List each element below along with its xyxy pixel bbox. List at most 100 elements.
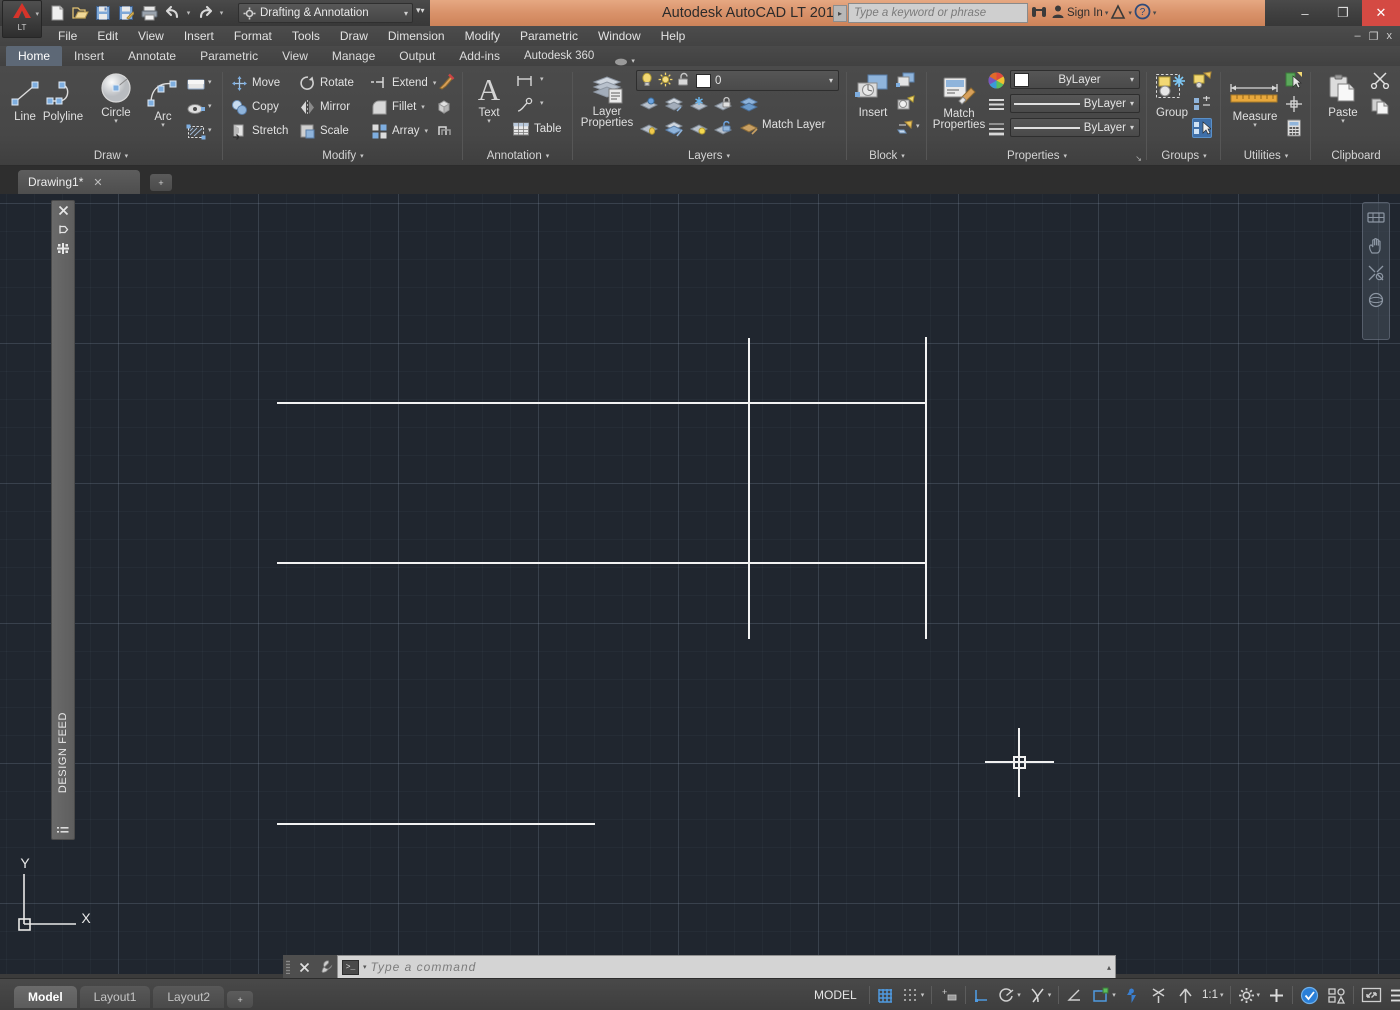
panel-annotation-title-bar[interactable]: Annotation ▾ — [464, 146, 572, 166]
file-tab-drawing1[interactable]: Drawing1* ✕ — [18, 170, 140, 194]
chevron-down-icon[interactable]: ▾ — [424, 127, 428, 135]
command-expand-icon[interactable]: ▴ — [1107, 963, 1111, 972]
layout-tab-layout1[interactable]: Layout1 — [79, 986, 151, 1008]
menu-item-tools[interactable]: Tools — [282, 26, 330, 46]
menu-item-view[interactable]: View — [128, 26, 174, 46]
chevron-down-icon[interactable]: ▾ — [1017, 991, 1021, 999]
linetype-control-combo[interactable]: ByLayer ▾ — [1010, 94, 1140, 113]
search-binoculars-icon[interactable] — [1030, 4, 1049, 23]
chevron-down-icon[interactable]: ▾ — [487, 118, 491, 125]
layer-unisolate-icon[interactable] — [663, 94, 683, 114]
chevron-down-icon[interactable]: ▾ — [1063, 152, 1067, 160]
workspace-overflow-icon[interactable]: ▾▾ — [416, 5, 425, 16]
block-insert-button[interactable]: Insert — [850, 70, 896, 119]
command-line-grip[interactable] — [283, 955, 293, 979]
graphics-icon[interactable] — [1323, 983, 1350, 1007]
draw-polyline-button[interactable]: Polyline — [40, 74, 86, 123]
close-icon[interactable] — [293, 955, 315, 979]
copy-clip-icon[interactable] — [1370, 96, 1390, 116]
chevron-down-icon[interactable]: ▾ — [1130, 123, 1136, 132]
hamburger-icon[interactable] — [1386, 983, 1400, 1007]
chevron-down-icon[interactable]: ▾ — [1203, 152, 1207, 160]
doc-restore-button[interactable]: ❐ — [1369, 30, 1379, 43]
menu-item-modify[interactable]: Modify — [455, 26, 510, 46]
tab-view[interactable]: View — [270, 46, 320, 66]
lineweight-icon[interactable] — [986, 118, 1006, 138]
unlock-icon[interactable] — [677, 72, 692, 90]
modify-extend-button[interactable]: Extend ▾ — [370, 72, 436, 94]
tab-manage[interactable]: Manage — [320, 46, 387, 66]
annotation-scale-sync-icon[interactable] — [1118, 983, 1145, 1007]
draw-circle-button[interactable]: Circle ▾ — [93, 70, 139, 125]
wrench-icon[interactable] — [315, 955, 337, 979]
paste-button[interactable]: Paste ▾ — [1320, 70, 1366, 125]
erase-icon[interactable] — [436, 72, 456, 92]
block-more-dropdown-icon[interactable]: ▾ — [916, 122, 920, 130]
tab-insert[interactable]: Insert — [62, 46, 116, 66]
menu-item-insert[interactable]: Insert — [174, 26, 224, 46]
ellipse-dropdown-icon[interactable]: ▾ — [208, 102, 212, 110]
new-file-tab-button[interactable]: + — [150, 174, 172, 191]
layer-properties-button[interactable]: Layer Properties — [578, 70, 636, 129]
dimension-icon[interactable] — [514, 71, 538, 91]
sun-icon[interactable] — [658, 72, 673, 90]
panel-utilities-title-bar[interactable]: Utilities ▾ — [1222, 146, 1310, 166]
annotation-scale-list-icon[interactable] — [1172, 983, 1199, 1007]
layer-control-combo[interactable]: 0 ▾ — [636, 70, 839, 91]
doc-close-button[interactable]: x — [1387, 30, 1393, 42]
chevron-down-icon[interactable]: ▾ — [1220, 991, 1224, 999]
calculator-icon[interactable] — [1284, 118, 1304, 138]
explode-icon[interactable] — [436, 96, 456, 116]
exchange-dropdown-icon[interactable]: ▾ — [1128, 9, 1132, 17]
close-icon[interactable]: ✕ — [93, 176, 102, 189]
group-button[interactable]: Group — [1150, 70, 1194, 119]
chevron-down-icon[interactable]: ▾ — [1112, 991, 1116, 999]
menu-item-draw[interactable]: Draw — [330, 26, 378, 46]
command-history-dropdown-icon[interactable]: ▾ — [363, 963, 367, 971]
undo-icon[interactable] — [161, 3, 183, 24]
layout-tab-model[interactable]: Model — [14, 986, 77, 1008]
layer-isolate-icon[interactable] — [638, 94, 658, 114]
edit-attribute-icon[interactable] — [896, 94, 916, 114]
save-as-icon[interactable] — [115, 3, 137, 24]
chevron-down-icon[interactable]: ▾ — [546, 152, 550, 160]
tab-autodesk-360[interactable]: Autodesk 360 — [512, 46, 606, 66]
ellipse-icon[interactable] — [186, 98, 206, 118]
object-snap-tracking-toggle[interactable] — [1062, 983, 1087, 1007]
chevron-down-icon[interactable]: ▾ — [631, 57, 635, 65]
leader-icon[interactable] — [514, 95, 538, 115]
lineweight-control-combo[interactable]: ByLayer ▾ — [1010, 118, 1140, 137]
plus-icon[interactable] — [1264, 983, 1289, 1007]
menu-item-help[interactable]: Help — [651, 26, 696, 46]
leader-dropdown-icon[interactable]: ▾ — [540, 99, 544, 107]
match-properties-button[interactable]: Match Properties — [930, 72, 988, 131]
dimension-dropdown-icon[interactable]: ▾ — [540, 75, 544, 83]
tab-home[interactable]: Home — [6, 46, 63, 66]
menu-item-file[interactable]: File — [48, 26, 87, 46]
chevron-down-icon[interactable]: ▾ — [1341, 118, 1345, 125]
drawing-canvas[interactable]: DESIGN FEED Y X — [0, 194, 1400, 974]
layer-freeze-icon[interactable] — [688, 94, 708, 114]
chevron-down-icon[interactable]: ▾ — [125, 152, 129, 160]
chevron-down-icon[interactable]: ▾ — [1048, 991, 1052, 999]
workspace-selector[interactable]: Drafting & Annotation ▾ — [238, 3, 413, 23]
modify-stretch-button[interactable]: Stretch — [230, 120, 288, 142]
annotation-text-button[interactable]: A Text ▾ — [468, 70, 510, 125]
rectangle-icon[interactable] — [186, 74, 206, 94]
lightbulb-icon[interactable] — [640, 72, 654, 90]
layer-thaw-icon[interactable] — [688, 118, 708, 138]
color-control-combo[interactable]: ByLayer ▾ — [1010, 70, 1140, 89]
chevron-down-icon[interactable]: ▾ — [829, 76, 835, 85]
open-file-icon[interactable] — [69, 3, 91, 24]
tab-parametric[interactable]: Parametric — [188, 46, 270, 66]
group-selection-on-icon[interactable] — [1192, 118, 1212, 138]
cut-icon[interactable] — [1370, 70, 1390, 90]
modify-mirror-button[interactable]: Mirror — [298, 96, 350, 118]
menu-item-parametric[interactable]: Parametric — [510, 26, 588, 46]
sign-in-dropdown-icon[interactable]: ▾ — [1105, 9, 1109, 17]
doc-minimize-button[interactable]: – — [1355, 30, 1361, 42]
layer-lock-icon[interactable] — [713, 94, 733, 114]
snap-mode-toggle[interactable]: ▾ — [898, 983, 929, 1007]
sign-in-button[interactable]: Sign In — [1067, 7, 1103, 19]
help-dropdown-icon[interactable]: ▾ — [1153, 9, 1157, 17]
